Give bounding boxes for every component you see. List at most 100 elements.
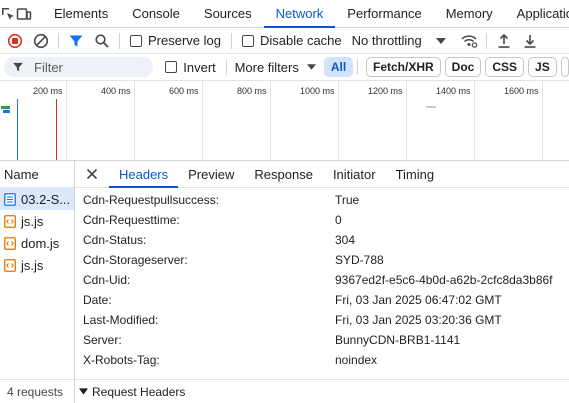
header-row: Cdn-Requestpullsuccess: True bbox=[83, 190, 569, 210]
header-name: Last-Modified: bbox=[83, 313, 159, 327]
header-name: Cdn-Requestpullsuccess: bbox=[83, 193, 220, 207]
script-icon bbox=[4, 236, 16, 250]
inspect-element-icon[interactable] bbox=[0, 0, 16, 28]
timeline-gridline bbox=[270, 81, 271, 160]
header-value: 9367ed2f-e5c6-4b0d-a62b-2cfc8da3b86f bbox=[335, 273, 553, 287]
header-name: Date: bbox=[83, 293, 112, 307]
tab-sources[interactable]: Sources bbox=[192, 0, 264, 27]
script-icon bbox=[4, 214, 16, 228]
request-row[interactable]: 03.2-S... bbox=[0, 188, 74, 210]
type-filter-doc[interactable]: Doc bbox=[444, 57, 482, 77]
request-row[interactable]: dom.js bbox=[0, 232, 74, 254]
request-list: Name 03.2-S... js.js dom.js js.js 4 requ… bbox=[0, 161, 75, 403]
tab-headers[interactable]: Headers bbox=[109, 161, 179, 188]
device-toolbar-icon[interactable] bbox=[16, 0, 32, 28]
tab-network[interactable]: Network bbox=[263, 0, 336, 28]
details-tabbar: Headers Preview Response Initiator Timin… bbox=[75, 161, 569, 188]
load-event-marker bbox=[56, 99, 57, 160]
filter-input[interactable]: Filter bbox=[4, 57, 154, 77]
close-icon[interactable] bbox=[75, 161, 109, 187]
preserve-log-label: Preserve log bbox=[148, 33, 221, 48]
invert-checkbox[interactable]: Invert bbox=[165, 60, 216, 75]
preserve-log-checkbox[interactable]: Preserve log bbox=[130, 33, 221, 48]
type-filter-all[interactable]: All bbox=[323, 57, 354, 77]
document-icon bbox=[4, 192, 16, 206]
disable-cache-label: Disable cache bbox=[259, 33, 342, 48]
request-count: 4 requests bbox=[0, 379, 74, 403]
network-conditions-icon[interactable] bbox=[456, 28, 482, 54]
type-filter-js[interactable]: JS bbox=[528, 57, 557, 77]
header-row: Cdn-Storageserver: SYD-788 bbox=[83, 250, 569, 270]
toolbar-divider bbox=[119, 32, 120, 49]
timeline-gridline bbox=[474, 81, 475, 160]
toolbar-divider bbox=[485, 32, 487, 49]
request-row[interactable]: js.js bbox=[0, 210, 74, 232]
header-name: Cdn-Storageserver: bbox=[83, 253, 188, 267]
header-name: Cdn-Requesttime: bbox=[83, 213, 180, 227]
throttling-select[interactable]: No throttling bbox=[352, 33, 446, 48]
request-details-panel: Headers Preview Response Initiator Timin… bbox=[75, 161, 569, 403]
devtools-tabbar: Elements Console Sources Network Perform… bbox=[0, 0, 569, 28]
header-row: Server: BunnyCDN-BRB1-1141 bbox=[83, 330, 569, 350]
triangle-down-icon bbox=[79, 388, 88, 395]
script-icon bbox=[4, 258, 16, 272]
timeline-tick-label: 1200 ms bbox=[368, 86, 403, 96]
clear-icon[interactable] bbox=[28, 28, 54, 54]
header-row: Date: Fri, 03 Jan 2025 06:47:02 GMT bbox=[83, 290, 569, 310]
request-name: dom.js bbox=[21, 235, 60, 251]
network-overview-timeline[interactable]: 200 ms 400 ms 600 ms 800 ms 1000 ms 1200… bbox=[0, 81, 569, 161]
toolbar-divider bbox=[230, 32, 232, 49]
tab-application[interactable]: Application bbox=[505, 0, 569, 27]
filter-bar: Filter Invert More filters All Fetch/XHR… bbox=[0, 54, 569, 81]
tab-elements[interactable]: Elements bbox=[42, 0, 120, 27]
checkbox-box[interactable] bbox=[165, 61, 178, 73]
timeline-tick-label: 1400 ms bbox=[436, 86, 471, 96]
header-name: X-Robots-Tag: bbox=[83, 353, 160, 367]
header-value: Fri, 03 Jan 2025 03:20:36 GMT bbox=[335, 313, 502, 327]
request-row[interactable]: js.js bbox=[0, 254, 74, 276]
checkbox-box[interactable] bbox=[241, 34, 254, 47]
network-toolbar: Preserve log Disable cache No throttling bbox=[0, 28, 569, 54]
header-value: Fri, 03 Jan 2025 06:47:02 GMT bbox=[335, 293, 502, 307]
more-filters-dropdown[interactable]: More filters bbox=[235, 60, 316, 75]
timeline-tick-label: 800 ms bbox=[237, 86, 267, 96]
export-har-icon[interactable] bbox=[517, 28, 543, 54]
header-value: SYD-788 bbox=[335, 253, 384, 267]
header-value: 304 bbox=[335, 233, 356, 247]
type-filter-css[interactable]: CSS bbox=[485, 57, 525, 77]
disable-cache-checkbox[interactable]: Disable cache bbox=[241, 33, 342, 48]
type-filter-overflow[interactable] bbox=[560, 57, 569, 77]
timeline-gridline bbox=[134, 81, 135, 160]
header-name: Server: bbox=[83, 333, 122, 347]
tab-console[interactable]: Console bbox=[120, 0, 192, 27]
type-filter-fetch-xhr[interactable]: Fetch/XHR bbox=[365, 57, 441, 77]
timeline-gridline bbox=[202, 81, 203, 160]
invert-label: Invert bbox=[183, 59, 216, 75]
tab-memory[interactable]: Memory bbox=[434, 0, 505, 27]
checkbox-box[interactable] bbox=[130, 34, 142, 47]
filter-placeholder: Filter bbox=[34, 59, 63, 75]
tab-initiator[interactable]: Initiator bbox=[323, 161, 386, 187]
request-headers-section-toggle[interactable]: Request Headers bbox=[75, 379, 569, 403]
tab-preview[interactable]: Preview bbox=[178, 161, 244, 187]
tab-response[interactable]: Response bbox=[244, 161, 323, 187]
header-name: Cdn-Status: bbox=[83, 233, 147, 247]
header-row: Cdn-Status: 304 bbox=[83, 230, 569, 250]
request-timing-bar bbox=[426, 106, 436, 108]
request-name: js.js bbox=[21, 213, 44, 229]
filter-funnel-icon[interactable] bbox=[63, 28, 89, 54]
timeline-tick-label: 1600 ms bbox=[504, 86, 539, 96]
search-icon[interactable] bbox=[89, 28, 115, 54]
tab-timing[interactable]: Timing bbox=[386, 161, 445, 187]
request-name: 03.2-S... bbox=[21, 191, 71, 207]
tab-performance[interactable]: Performance bbox=[335, 0, 433, 27]
name-column-header[interactable]: Name bbox=[0, 161, 74, 188]
import-har-icon[interactable] bbox=[491, 28, 517, 54]
toolbar-divider bbox=[58, 32, 59, 49]
more-filters-label: More filters bbox=[234, 59, 299, 75]
timeline-tick-label: 200 ms bbox=[33, 86, 63, 96]
header-value: 0 bbox=[335, 213, 342, 227]
filterbar-divider bbox=[357, 59, 358, 75]
record-stop-icon[interactable] bbox=[2, 28, 28, 54]
timeline-tick-label: 1000 ms bbox=[300, 86, 335, 96]
